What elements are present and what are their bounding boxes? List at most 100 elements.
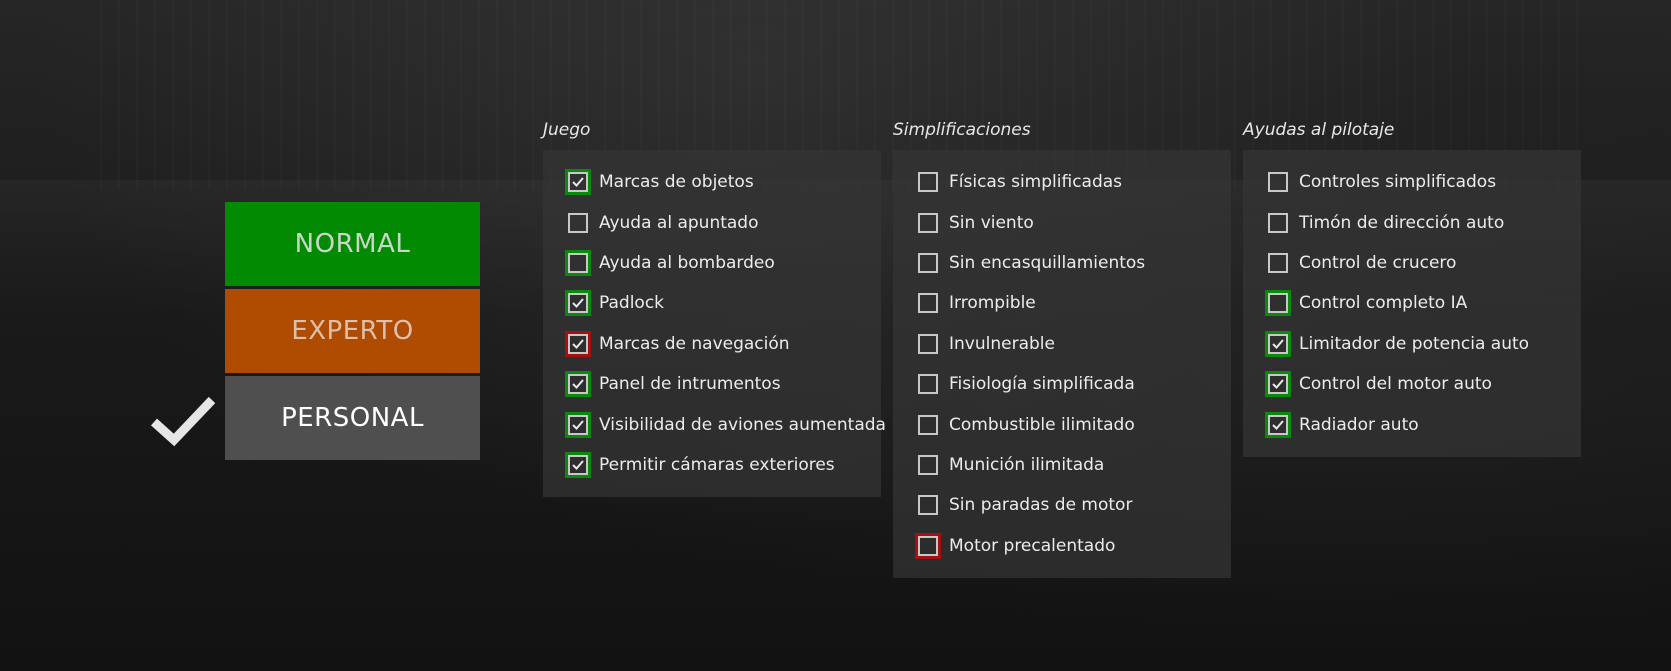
checkbox-unchecked[interactable] (915, 210, 941, 236)
checkbox-checked[interactable] (565, 411, 591, 438)
option-row[interactable]: Controles simplificados (1243, 162, 1581, 202)
checkbox-unchecked[interactable] (915, 250, 941, 276)
option-row[interactable]: Sin encasquillamientos (893, 243, 1231, 283)
option-label: Ayuda al bombardeo (599, 252, 775, 273)
checkmark-icon (1272, 419, 1284, 430)
option-row[interactable]: Timón de dirección auto (1243, 202, 1581, 242)
option-row[interactable]: Control completo IA (1243, 283, 1581, 323)
checkbox-box (1268, 252, 1288, 273)
option-label: Control de crucero (1299, 252, 1457, 273)
option-row[interactable]: Marcas de navegación (543, 324, 881, 364)
option-label: Radiador auto (1299, 414, 1419, 435)
option-row[interactable]: Visibilidad de aviones aumentada (543, 404, 886, 444)
checkmark-icon (572, 298, 584, 309)
checkbox-unchecked[interactable] (915, 492, 941, 518)
checkbox-box (568, 293, 588, 314)
checkbox-unchecked[interactable] (1265, 169, 1291, 195)
option-label: Control del motor auto (1299, 374, 1492, 395)
checkmark-icon (572, 177, 584, 188)
checkbox-unchecked[interactable] (915, 452, 941, 478)
checkbox-unchecked[interactable] (565, 249, 591, 276)
checkbox-unchecked[interactable] (915, 371, 941, 397)
selected-preset-check-icon (148, 392, 218, 448)
option-row[interactable]: Invulnerable (893, 324, 1231, 364)
checkbox-unchecked[interactable] (915, 169, 941, 195)
checkbox-box (568, 414, 588, 435)
option-row[interactable]: Combustible ilimitado (893, 404, 1231, 444)
option-row[interactable]: Ayuda al bombardeo (543, 243, 881, 283)
option-row[interactable]: Permitir cámaras exteriores (543, 445, 881, 485)
checkbox-checked[interactable] (1265, 371, 1291, 398)
checkbox-checked[interactable] (565, 330, 591, 357)
option-row[interactable]: Físicas simplificadas (893, 162, 1231, 202)
checkbox-box (568, 333, 588, 354)
option-label: Marcas de navegación (599, 333, 790, 354)
option-label: Sin encasquillamientos (949, 252, 1146, 273)
checkbox-unchecked[interactable] (1265, 250, 1291, 276)
checkbox-box (918, 293, 938, 314)
checkmark-icon (572, 419, 584, 430)
option-label: Ayuda al apuntado (599, 212, 759, 233)
panel-juego: Marcas de objetos Ayuda al apuntado Ayuda … (543, 150, 886, 498)
checkbox-unchecked[interactable] (915, 532, 941, 559)
checkbox-checked[interactable] (565, 290, 591, 317)
option-label: Sin paradas de motor (949, 495, 1133, 516)
checkbox-box (1268, 414, 1288, 435)
option-label: Permitir cámaras exteriores (599, 454, 835, 475)
option-row[interactable]: Control de crucero (1243, 243, 1581, 283)
option-label: Sin viento (949, 212, 1034, 233)
option-row[interactable]: Padlock (543, 283, 881, 323)
checkbox-box (1268, 333, 1288, 354)
option-row[interactable]: Irrompible (893, 283, 1231, 323)
checkbox-unchecked[interactable] (1265, 210, 1291, 236)
checkmark-icon (572, 379, 584, 390)
checkbox-unchecked[interactable] (565, 210, 591, 236)
option-row[interactable]: Radiador auto (1243, 404, 1581, 444)
checkbox-checked[interactable] (1265, 330, 1291, 357)
section-title-ayudas: Ayudas al pilotaje (1243, 120, 1395, 140)
checkbox-box (568, 252, 588, 273)
option-row[interactable]: Sin viento (893, 202, 1231, 242)
checkbox-checked[interactable] (565, 451, 591, 478)
checkbox-unchecked[interactable] (915, 290, 941, 316)
option-label: Timón de dirección auto (1299, 212, 1505, 233)
option-label: Motor precalentado (949, 535, 1116, 556)
section-title-simplificaciones: Simplificaciones (893, 120, 1031, 140)
checkbox-unchecked[interactable] (915, 412, 941, 438)
option-label: Munición ilimitada (949, 454, 1105, 475)
option-row[interactable]: Panel de intrumentos (543, 364, 881, 404)
option-row[interactable]: Limitador de potencia auto (1243, 324, 1581, 364)
checkbox-unchecked[interactable] (1265, 290, 1291, 317)
checkbox-box (568, 212, 588, 233)
checkbox-checked[interactable] (565, 169, 591, 196)
option-row[interactable]: Ayuda al apuntado (543, 202, 881, 242)
option-label: Controles simplificados (1299, 172, 1497, 193)
checkbox-unchecked[interactable] (915, 331, 941, 357)
section-juego: Juego Marcas de objetos Ayuda al apuntado… (543, 118, 886, 498)
checkbox-box (1268, 374, 1288, 395)
checkbox-box (918, 333, 938, 354)
option-label: Panel de intrumentos (599, 374, 781, 395)
checkbox-box (568, 454, 588, 475)
section-simplificaciones: Simplificaciones Físicas simplificadas Si… (893, 118, 1231, 578)
checkbox-box (1268, 212, 1288, 233)
checkbox-box (918, 454, 938, 475)
option-row[interactable]: Fisiología simplificada (893, 364, 1231, 404)
preset-experto-button[interactable]: EXPERTO (225, 289, 480, 373)
option-label: Fisiología simplificada (949, 374, 1135, 395)
preset-personal-button[interactable]: PERSONAL (225, 376, 480, 460)
option-label: Visibilidad de aviones aumentada (599, 414, 886, 435)
checkmark-icon (572, 460, 584, 470)
option-row[interactable]: Marcas de objetos (543, 162, 881, 202)
option-row[interactable]: Motor precalentado (893, 526, 1231, 566)
panel-ayudas: Controles simplificados Timón de direcció… (1243, 150, 1581, 457)
checkbox-box (918, 535, 938, 556)
preset-normal-button[interactable]: NORMAL (225, 202, 480, 286)
option-row[interactable]: Control del motor auto (1243, 364, 1581, 404)
checkbox-checked[interactable] (1265, 411, 1291, 438)
option-row[interactable]: Sin paradas de motor (893, 485, 1231, 525)
panel-simplificaciones: Físicas simplificadas Sin viento Sin encas… (893, 150, 1231, 578)
checkmark-icon (1272, 339, 1284, 349)
option-row[interactable]: Munición ilimitada (893, 445, 1231, 485)
checkbox-checked[interactable] (565, 371, 591, 398)
